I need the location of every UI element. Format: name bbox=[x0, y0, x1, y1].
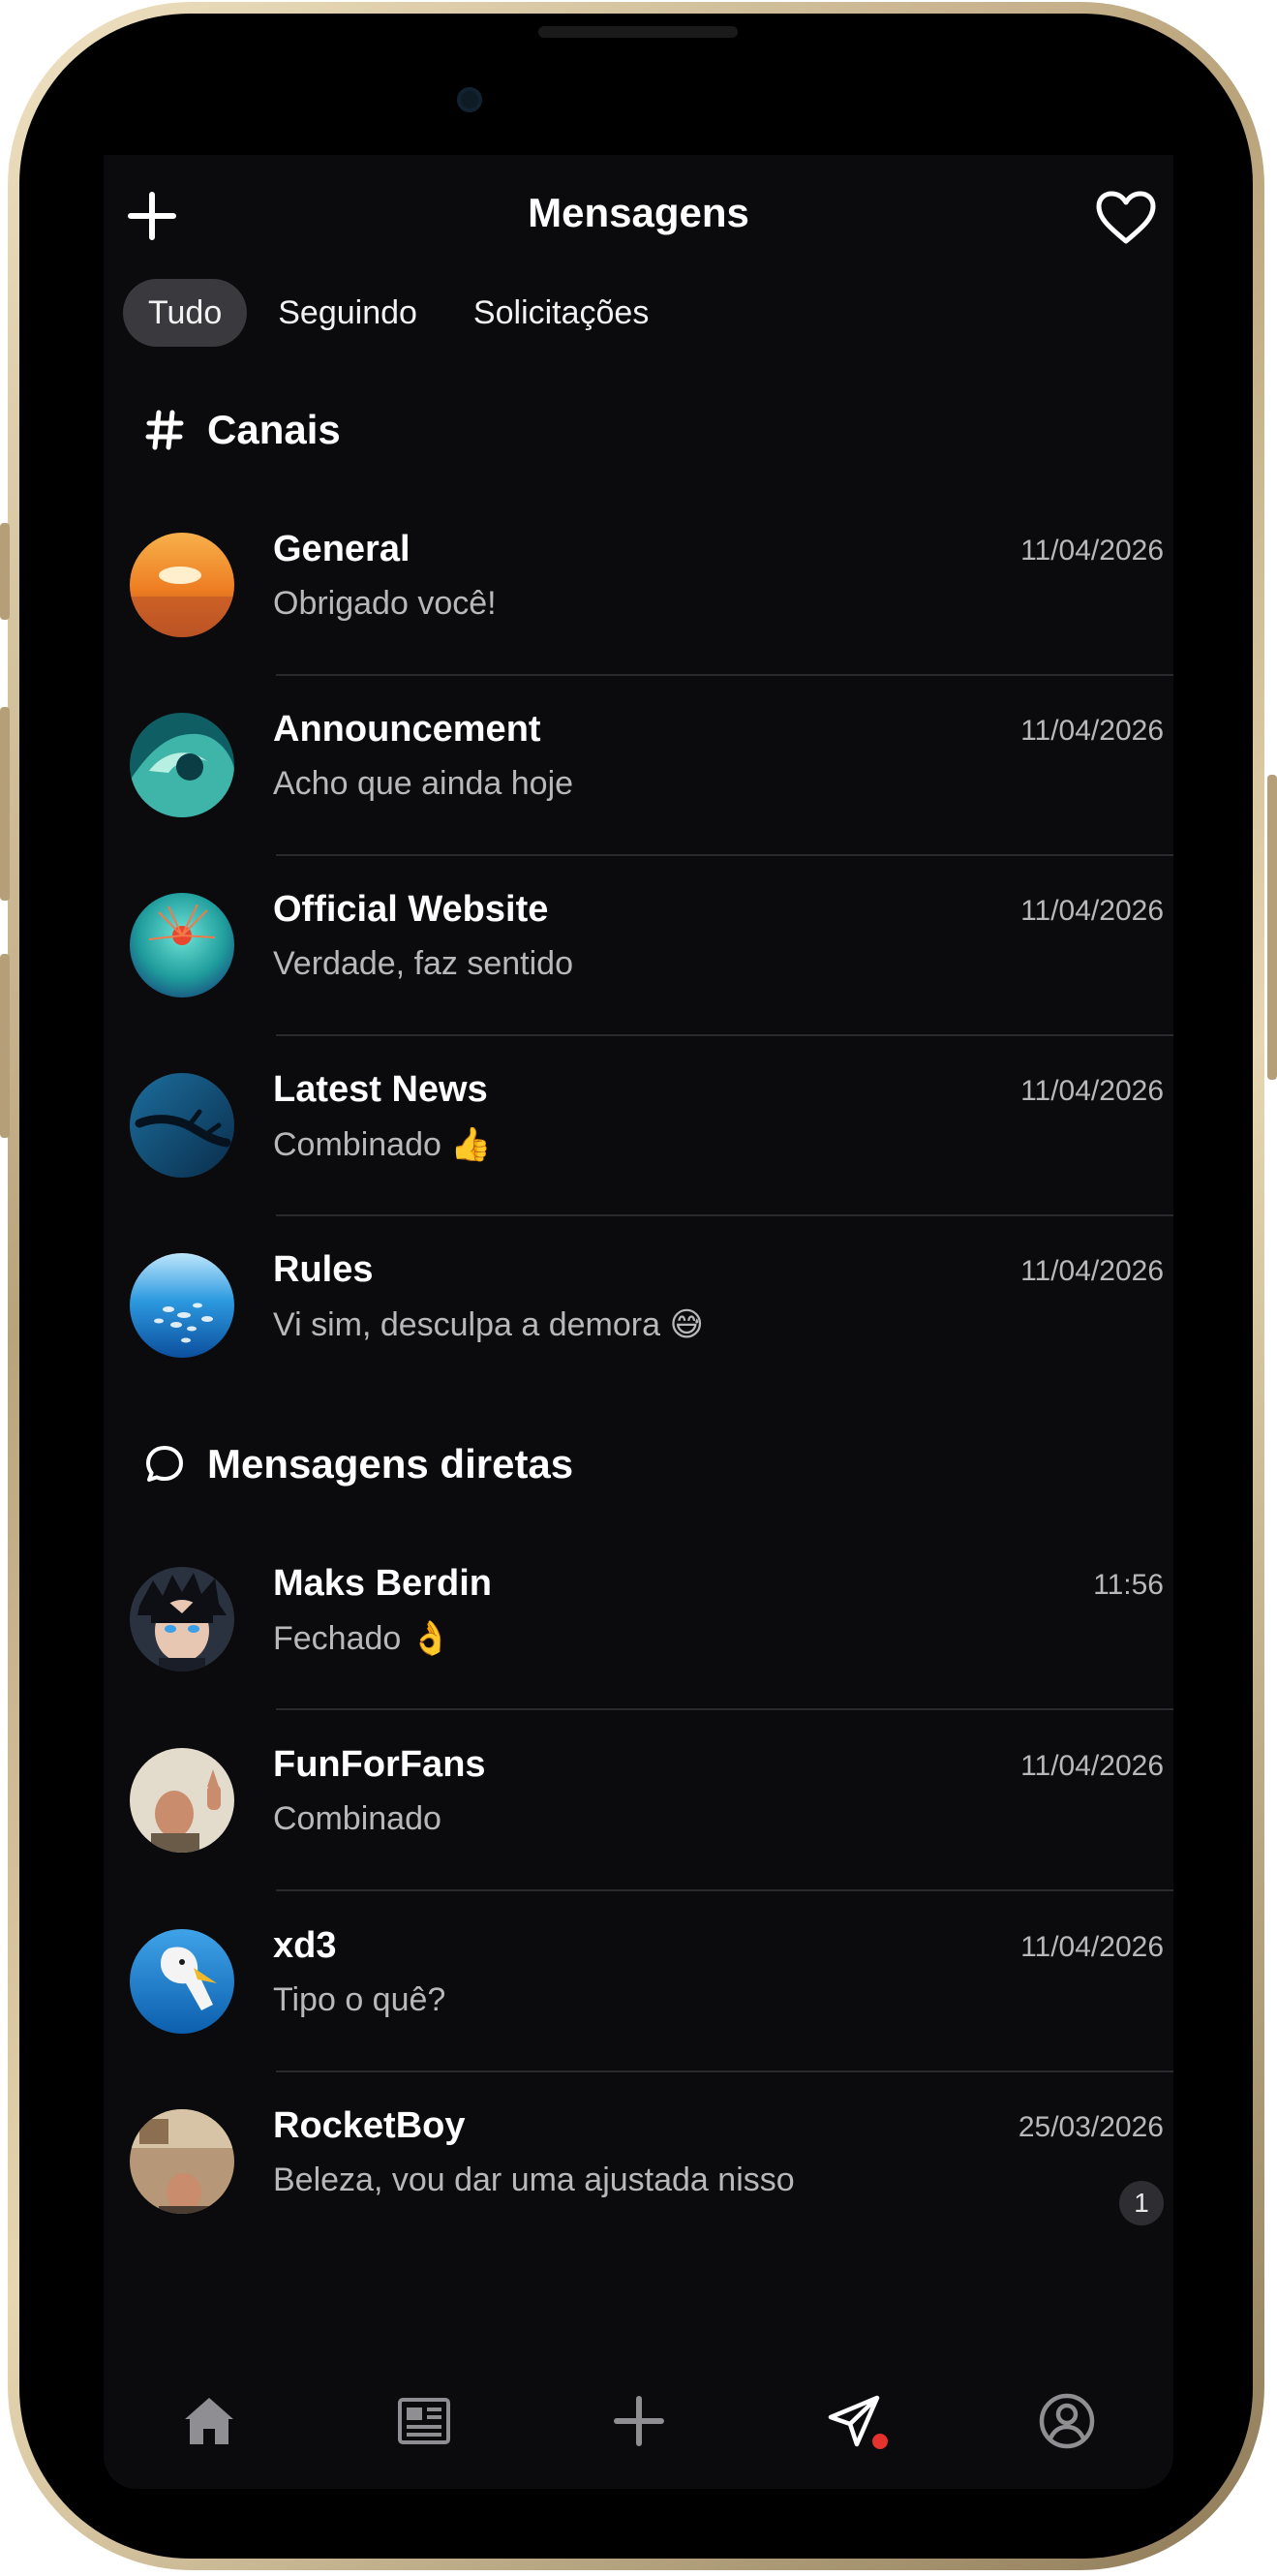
contact-name: RocketBoy bbox=[273, 2105, 466, 2146]
timestamp: 11/04/2026 bbox=[1020, 1255, 1164, 1287]
timestamp: 11/04/2026 bbox=[1020, 1075, 1164, 1107]
tab-all[interactable]: Tudo bbox=[123, 279, 248, 347]
avatar bbox=[130, 1748, 234, 1853]
channel-name: Latest News bbox=[273, 1069, 488, 1110]
avatar bbox=[130, 893, 234, 997]
timestamp: 11:56 bbox=[1093, 1569, 1164, 1601]
timestamp: 11/04/2026 bbox=[1020, 1750, 1164, 1782]
list-item[interactable]: Official Website Verdade, faz sentido 11… bbox=[104, 856, 1173, 1036]
timestamp: 11/04/2026 bbox=[1020, 535, 1164, 567]
bottom-nav bbox=[104, 2377, 1173, 2465]
filter-tabs: Tudo Seguindo Solicitações bbox=[123, 279, 680, 347]
last-message: Obrigado você! bbox=[273, 585, 497, 622]
heart-icon bbox=[1096, 191, 1156, 244]
contact-name: Maks Berdin bbox=[273, 1563, 492, 1604]
side-button-volume-up bbox=[0, 707, 10, 901]
last-message: Acho que ainda hoje bbox=[273, 765, 574, 802]
last-message: Vi sim, desculpa a demora 😅 bbox=[273, 1306, 704, 1343]
side-button-silent bbox=[0, 523, 10, 620]
list-item[interactable]: General Obrigado você! 11/04/2026 bbox=[104, 496, 1173, 676]
last-message: Combinado bbox=[273, 1800, 441, 1837]
profile-icon bbox=[1039, 2393, 1095, 2449]
hash-icon bbox=[143, 409, 186, 451]
chat-bubble-icon bbox=[143, 1443, 186, 1486]
nav-messages[interactable] bbox=[810, 2377, 897, 2465]
nav-create[interactable] bbox=[595, 2377, 683, 2465]
side-button-volume-down bbox=[0, 954, 10, 1138]
speaker-grille bbox=[538, 26, 738, 38]
page-title: Mensagens bbox=[528, 190, 749, 235]
avatar bbox=[130, 713, 234, 817]
tab-label: Tudo bbox=[148, 293, 223, 331]
front-camera bbox=[457, 87, 482, 112]
timestamp: 11/04/2026 bbox=[1020, 895, 1164, 927]
last-message: Verdade, faz sentido bbox=[273, 945, 574, 982]
contact-name: FunForFans bbox=[273, 1744, 486, 1785]
contact-name: xd3 bbox=[273, 1925, 337, 1966]
avatar bbox=[130, 2109, 234, 2214]
nav-profile[interactable] bbox=[1023, 2377, 1110, 2465]
channel-name: Rules bbox=[273, 1249, 374, 1290]
list-item[interactable]: Maks Berdin Fechado 👌 11:56 bbox=[104, 1530, 1173, 1710]
tab-label: Seguindo bbox=[278, 293, 417, 331]
list-item[interactable]: Latest News Combinado 👍 11/04/2026 bbox=[104, 1036, 1173, 1216]
tab-label: Solicitações bbox=[472, 293, 650, 331]
avatar bbox=[130, 1073, 234, 1178]
last-message: Tipo o quê? bbox=[273, 1981, 446, 2018]
avatar bbox=[130, 1567, 234, 1671]
last-message: Beleza, vou dar uma ajustada nisso bbox=[273, 2162, 795, 2198]
channel-name: General bbox=[273, 529, 410, 569]
last-message: Fechado 👌 bbox=[273, 1620, 452, 1657]
news-icon bbox=[398, 2398, 450, 2444]
list-item[interactable]: FunForFans Combinado 11/04/2026 bbox=[104, 1711, 1173, 1891]
divider bbox=[276, 1889, 1173, 1891]
nav-home[interactable] bbox=[166, 2377, 253, 2465]
divider bbox=[276, 1708, 1173, 1710]
list-item[interactable]: Announcement Acho que ainda hoje 11/04/2… bbox=[104, 676, 1173, 856]
timestamp: 11/04/2026 bbox=[1020, 1931, 1164, 1963]
section-header-channels: Canais bbox=[143, 407, 341, 453]
tab-following[interactable]: Seguindo bbox=[253, 279, 442, 347]
unread-badge: 1 bbox=[1119, 2181, 1164, 2225]
timestamp: 11/04/2026 bbox=[1020, 715, 1164, 747]
side-button-power bbox=[1267, 775, 1277, 1080]
channel-name: Announcement bbox=[273, 709, 541, 750]
channel-name: Official Website bbox=[273, 889, 549, 930]
list-item[interactable]: Rules Vi sim, desculpa a demora 😅 11/04/… bbox=[104, 1216, 1173, 1396]
timestamp: 25/03/2026 bbox=[1018, 2111, 1164, 2143]
plus-icon bbox=[614, 2396, 664, 2446]
nav-feed[interactable] bbox=[380, 2377, 468, 2465]
last-message: Combinado 👍 bbox=[273, 1126, 492, 1163]
tab-requests[interactable]: Solicitações bbox=[448, 279, 674, 347]
list-item[interactable]: xd3 Tipo o quê? 11/04/2026 bbox=[104, 1892, 1173, 2072]
section-title: Canais bbox=[207, 407, 341, 452]
avatar bbox=[130, 1253, 234, 1358]
favorites-button[interactable] bbox=[1092, 186, 1160, 250]
section-header-direct-messages: Mensagens diretas bbox=[143, 1441, 573, 1487]
list-item[interactable]: RocketBoy Beleza, vou dar uma ajustada n… bbox=[104, 2072, 1173, 2253]
avatar bbox=[130, 533, 234, 637]
home-icon bbox=[185, 2398, 233, 2444]
notification-dot bbox=[872, 2434, 888, 2449]
avatar bbox=[130, 1929, 234, 2034]
section-title: Mensagens diretas bbox=[207, 1441, 574, 1487]
